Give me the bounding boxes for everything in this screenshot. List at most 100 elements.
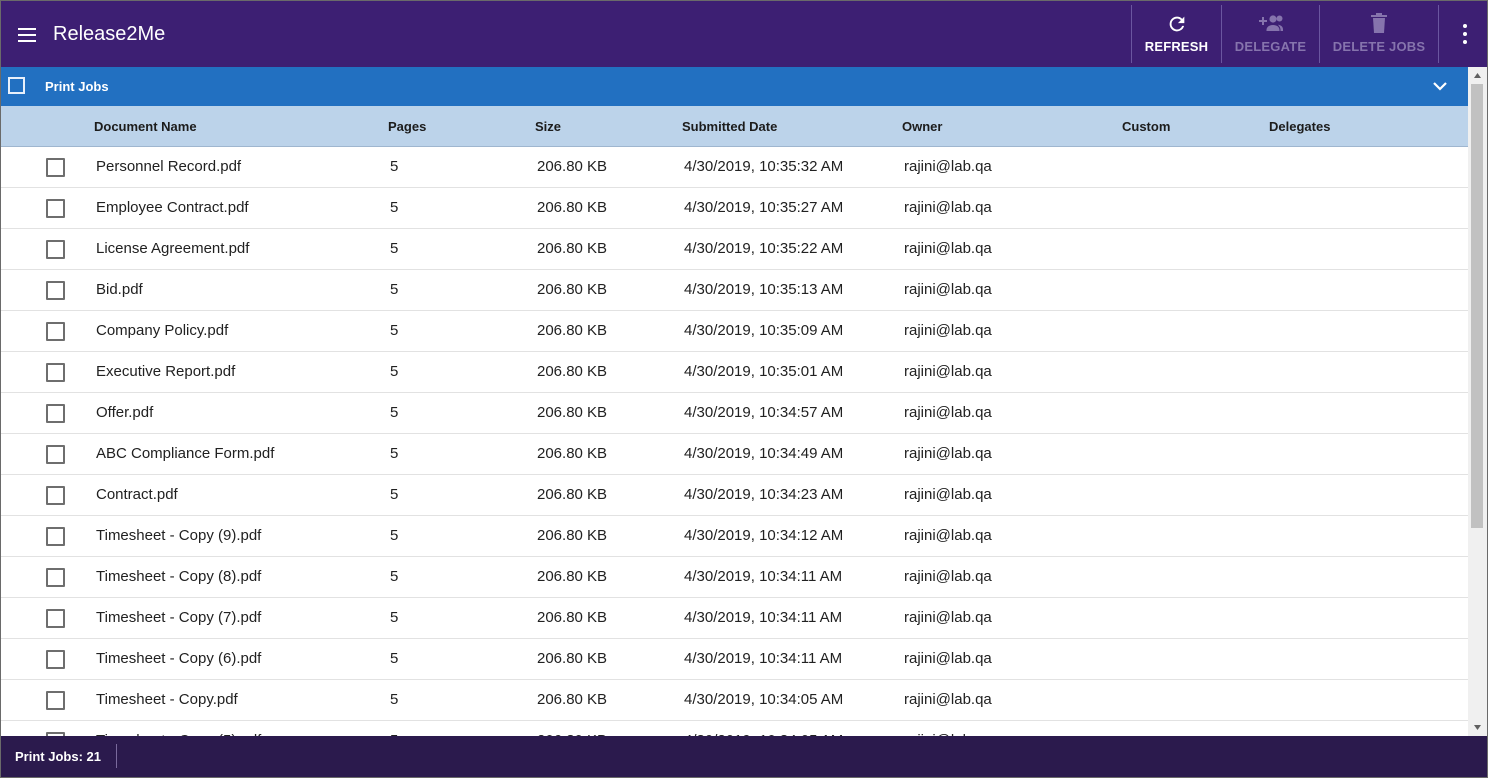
app-title: Release2Me [53,23,166,45]
table-row[interactable]: Timesheet - Copy (7).pdf 5 206.80 KB 4/30/2… [1,598,1468,639]
row-checkbox[interactable] [46,609,65,628]
owner-cell: rajini@lab.qa [904,158,992,175]
row-checkbox[interactable] [46,486,65,505]
submitted-date-cell: 4/30/2019, 10:34:23 AM [684,486,844,503]
print-jobs-count: Print Jobs: 21 [15,749,101,764]
refresh-button[interactable]: REFRESH [1132,5,1221,63]
scrollbar-thumb[interactable] [1471,84,1483,528]
delegate-button[interactable]: DELEGATE [1222,5,1319,63]
group-title: Print Jobs [45,79,109,94]
submitted-date-cell: 4/30/2019, 10:34:11 AM [684,650,843,667]
document-name-cell: Timesheet - Copy.pdf [96,691,238,708]
row-checkbox[interactable] [46,568,65,587]
owner-cell: rajini@lab.qa [904,445,992,462]
table-row[interactable]: Timesheet - Copy.pdf 5 206.80 KB 4/30/2019,… [1,680,1468,721]
submitted-date-cell: 4/30/2019, 10:35:09 AM [684,322,844,339]
table-row[interactable]: Personnel Record.pdf 5 206.80 KB 4/30/2019,… [1,147,1468,188]
row-checkbox[interactable] [46,158,65,177]
column-header-submitted-date[interactable]: Submitted Date [682,119,777,134]
submitted-date-cell: 4/30/2019, 10:34:11 AM [684,568,843,585]
size-cell: 206.80 KB [537,363,608,380]
status-bar: Print Jobs: 21 [1,736,1487,777]
pages-cell: 5 [390,609,399,626]
size-cell: 206.80 KB [537,691,608,708]
table-row[interactable]: Executive Report.pdf 5 206.80 KB 4/30/2019,… [1,352,1468,393]
pages-cell: 5 [390,404,399,421]
column-header-owner[interactable]: Owner [902,119,942,134]
app-bar: Release2Me REFRESH DELEGATE DELETE JOBS [1,1,1487,67]
document-name-cell: Contract.pdf [96,486,178,503]
size-cell: 206.80 KB [537,568,608,585]
submitted-date-cell: 4/30/2019, 10:34:11 AM [684,609,843,626]
size-cell: 206.80 KB [537,322,608,339]
column-header-pages[interactable]: Pages [388,119,426,134]
table-row[interactable]: Company Policy.pdf 5 206.80 KB 4/30/2019, 1… [1,311,1468,352]
owner-cell: rajini@lab.qa [904,527,992,544]
delete-jobs-button[interactable]: DELETE JOBS [1320,5,1438,63]
row-checkbox[interactable] [46,240,65,259]
size-cell: 206.80 KB [537,609,608,626]
vertical-scrollbar[interactable] [1468,67,1487,736]
document-name-cell: ABC Compliance Form.pdf [96,445,275,462]
submitted-date-cell: 4/30/2019, 10:35:22 AM [684,240,844,257]
table-row[interactable]: Timesheet - Copy (8).pdf 5 206.80 KB 4/30/2… [1,557,1468,598]
document-name-cell: Timesheet - Copy (6).pdf [96,650,262,667]
owner-cell: rajini@lab.qa [904,609,992,626]
table-row[interactable]: Contract.pdf 5 206.80 KB 4/30/2019, 10:34:2… [1,475,1468,516]
submitted-date-cell: 4/30/2019, 10:34:05 AM [684,691,844,708]
menu-icon[interactable] [11,20,43,48]
pages-cell: 5 [390,650,399,667]
scroll-down-arrow-icon[interactable] [1468,719,1487,736]
table-row[interactable]: Bid.pdf 5 206.80 KB 4/30/2019, 10:35:13 AM r… [1,270,1468,311]
print-jobs-table: Personnel Record.pdf 5 206.80 KB 4/30/2019,… [1,147,1468,736]
row-checkbox[interactable] [46,363,65,382]
row-checkbox[interactable] [46,650,65,669]
owner-cell: rajini@lab.qa [904,363,992,380]
size-cell: 206.80 KB [537,281,608,298]
chevron-down-icon[interactable] [1431,79,1449,93]
delegate-label: DELEGATE [1234,39,1307,54]
column-header-custom[interactable]: Custom [1122,119,1170,134]
scroll-up-arrow-icon[interactable] [1468,67,1487,84]
column-header-document-name[interactable]: Document Name [94,119,197,134]
document-name-cell: Employee Contract.pdf [96,199,249,216]
size-cell: 206.80 KB [537,158,608,175]
document-name-cell: Personnel Record.pdf [96,158,242,175]
table-row[interactable]: ABC Compliance Form.pdf 5 206.80 KB 4/30/20… [1,434,1468,475]
refresh-icon [1169,16,1184,32]
pages-cell: 5 [390,445,399,462]
more-vert-icon[interactable] [1453,19,1477,49]
column-header-row: Document Name Pages Size Submitted Date … [1,106,1468,147]
document-name-cell: Offer.pdf [96,404,154,421]
row-checkbox[interactable] [46,445,65,464]
row-checkbox[interactable] [46,281,65,300]
group-add-icon [1258,15,1283,31]
row-checkbox[interactable] [46,322,65,341]
table-row[interactable]: License Agreement.pdf 5 206.80 KB 4/30/2019… [1,229,1468,270]
pages-cell: 5 [390,486,399,503]
row-checkbox[interactable] [46,691,65,710]
document-name-cell: Timesheet - Copy (9).pdf [96,527,262,544]
submitted-date-cell: 4/30/2019, 10:35:32 AM [684,158,844,175]
table-row[interactable]: Timesheet - Copy (5).pdf5206.80 KB4/30/2… [1,721,1468,736]
owner-cell: rajini@lab.qa [904,691,992,708]
table-row[interactable]: Timesheet - Copy (6).pdf 5 206.80 KB 4/30/2… [1,639,1468,680]
owner-cell: rajini@lab.qa [904,199,992,216]
refresh-label: REFRESH [1144,39,1209,54]
row-checkbox[interactable] [46,527,65,546]
submitted-date-cell: 4/30/2019, 10:34:49 AM [684,445,844,462]
table-row[interactable]: Employee Contract.pdf 5 206.80 KB 4/30/2019… [1,188,1468,229]
row-checkbox[interactable] [46,199,65,218]
row-checkbox[interactable] [46,404,65,423]
table-row[interactable]: Offer.pdf 5 206.80 KB 4/30/2019, 10:34:57 A… [1,393,1468,434]
document-name-cell: Timesheet - Copy (8).pdf [96,568,262,585]
column-header-delegates[interactable]: Delegates [1269,119,1330,134]
submitted-date-cell: 4/30/2019, 10:35:01 AM [684,363,844,380]
pages-cell: 5 [390,240,399,257]
trash-icon [1371,13,1387,33]
size-cell: 206.80 KB [537,650,608,667]
app-window: Release2Me REFRESH DELEGATE DELETE JOBS … [0,0,1488,778]
column-header-size[interactable]: Size [535,119,561,134]
table-row[interactable]: Timesheet - Copy (9).pdf 5 206.80 KB 4/30/2… [1,516,1468,557]
select-all-checkbox[interactable] [8,77,25,94]
